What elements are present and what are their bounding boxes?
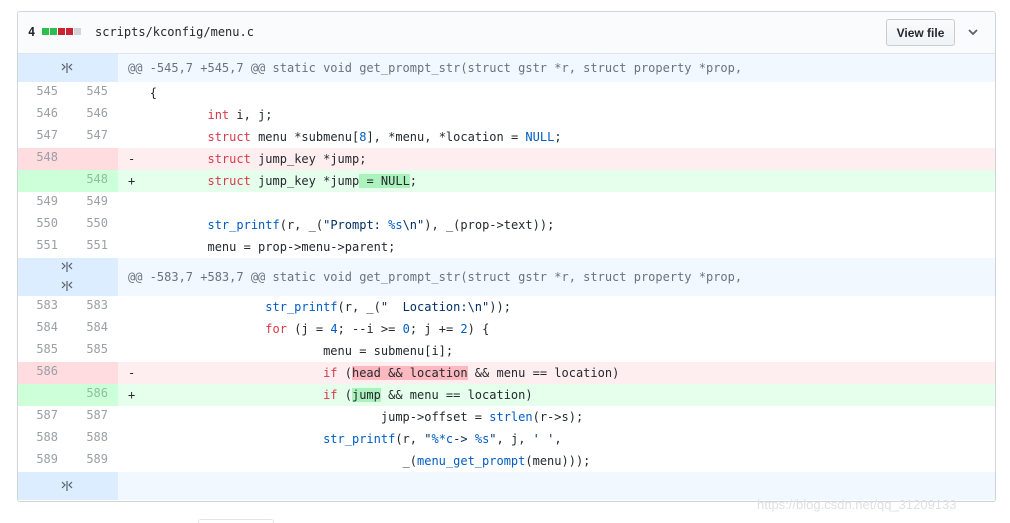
diffstat [42, 28, 81, 35]
old-line-number[interactable]: 547 [18, 126, 68, 148]
diff-line: 549 549 [18, 192, 995, 214]
view-file-button[interactable]: View file [886, 19, 955, 46]
diff-line-added: 548 + struct jump_key *jump = NULL; [18, 170, 995, 192]
tab-stub [198, 519, 274, 523]
diffstat-block [74, 28, 81, 35]
unfold-icon[interactable] [60, 281, 74, 291]
code-line: - struct jump_key *jump; [118, 148, 995, 170]
new-line-number[interactable]: 549 [68, 192, 118, 214]
chevron-down-icon[interactable] [966, 24, 980, 40]
code-line: int i, j; [207, 108, 273, 122]
diff-line-added: 586 + if (jump && menu == location) [18, 384, 995, 406]
diff-line: 583 583 str_printf(r, _(" Location:\n")); [18, 296, 995, 318]
code-line: for (j = 4; --i >= 0; j += 2) { [265, 322, 490, 336]
code-line: menu = prop->menu->parent; [207, 240, 396, 254]
diffstat-block [42, 28, 49, 35]
code-line: { [118, 82, 995, 104]
new-line-number[interactable]: 546 [68, 104, 118, 126]
old-line-number[interactable]: 549 [18, 192, 68, 214]
code-line: struct menu *submenu[8], *menu, *locatio… [207, 130, 562, 144]
code-line: str_printf(r, "%*c-> %s", j, ' ', [323, 432, 562, 446]
file-header: 4 scripts/kconfig/menu.c View file [18, 12, 995, 54]
old-line-number[interactable]: 585 [18, 340, 68, 362]
diff-line: 545 545 { [18, 82, 995, 104]
code-line: + if (jump && menu == location) [118, 384, 995, 406]
file-path[interactable]: scripts/kconfig/menu.c [95, 25, 254, 39]
old-line-number[interactable]: 587 [18, 406, 68, 428]
old-line-number[interactable]: 586 [18, 362, 68, 384]
code-line: str_printf(r, _(" Location:\n")); [265, 300, 511, 314]
diffstat-block [50, 28, 57, 35]
diff-line: 589 589 _(menu_get_prompt(menu))); [18, 450, 995, 472]
new-line-number[interactable]: 587 [68, 406, 118, 428]
old-line-number[interactable]: 548 [18, 148, 68, 170]
diff-line-deleted: 548 - struct jump_key *jump; [18, 148, 995, 170]
expand-cell[interactable] [18, 54, 118, 82]
unfold-icon[interactable] [60, 481, 74, 491]
code-line: jump->offset = strlen(r->s); [135, 410, 584, 424]
code-line: _(menu_get_prompt(menu))); [135, 454, 591, 468]
diff-table: @@ -545,7 +545,7 @@ static void get_prom… [18, 54, 995, 500]
diff-line-deleted: 586 - if (head && location && menu == loc… [18, 362, 995, 384]
old-line-number[interactable]: 588 [18, 428, 68, 450]
new-line-number[interactable]: 585 [68, 340, 118, 362]
diff-line: 585 585 menu = submenu[i]; [18, 340, 995, 362]
hunk-header-row: @@ -583,7 +583,7 @@ static void get_prom… [18, 258, 995, 296]
diff-file: 4 scripts/kconfig/menu.c View file @@ -5… [17, 11, 996, 502]
hunk-footer [118, 472, 995, 500]
old-line-number[interactable]: 583 [18, 296, 68, 318]
diff-line: 546 546 int i, j; [18, 104, 995, 126]
old-line-number[interactable]: 584 [18, 318, 68, 340]
hunk-header-row: @@ -545,7 +545,7 @@ static void get_prom… [18, 54, 995, 82]
new-line-number[interactable]: 584 [68, 318, 118, 340]
new-line-number[interactable]: 551 [68, 236, 118, 258]
hunk-footer-row [18, 472, 995, 500]
unfold-icon[interactable] [60, 262, 74, 272]
new-line-number[interactable]: 589 [68, 450, 118, 472]
old-line-number[interactable]: 589 [18, 450, 68, 472]
new-line-number[interactable] [68, 148, 118, 170]
diff-line: 547 547 struct menu *submenu[8], *menu, *… [18, 126, 995, 148]
code-line: - if (head && location && menu == locati… [118, 362, 995, 384]
new-line-number[interactable]: 588 [68, 428, 118, 450]
diffstat-block [66, 28, 73, 35]
expand-cell[interactable] [18, 258, 118, 296]
hunk-header: @@ -545,7 +545,7 @@ static void get_prom… [118, 54, 995, 82]
old-line-number[interactable]: 546 [18, 104, 68, 126]
new-line-number[interactable]: 548 [68, 170, 118, 192]
diffstat-block [58, 28, 65, 35]
new-line-number[interactable]: 547 [68, 126, 118, 148]
hunk-header: @@ -583,7 +583,7 @@ static void get_prom… [118, 258, 995, 296]
old-line-number[interactable]: 550 [18, 214, 68, 236]
code-line: menu = submenu[i]; [323, 344, 454, 358]
old-line-number[interactable]: 545 [18, 82, 68, 104]
expand-cell[interactable] [18, 472, 118, 500]
new-line-number[interactable] [68, 362, 118, 384]
old-line-number[interactable] [18, 170, 68, 192]
code-line: + struct jump_key *jump = NULL; [118, 170, 995, 192]
code-text: { [149, 86, 157, 100]
code-text: int [207, 108, 230, 122]
diff-line: 551 551 menu = prop->menu->parent; [18, 236, 995, 258]
unfold-icon[interactable] [60, 63, 74, 73]
diff-line: 550 550 str_printf(r, _("Prompt: %s\n"), … [18, 214, 995, 236]
diff-line: 587 587 jump->offset = strlen(r->s); [18, 406, 995, 428]
old-line-number[interactable] [18, 384, 68, 406]
new-line-number[interactable]: 583 [68, 296, 118, 318]
new-line-number[interactable]: 545 [68, 82, 118, 104]
watermark: https://blog.csdn.net/qq_31209133 [757, 497, 957, 512]
diff-line: 584 584 for (j = 4; --i >= 0; j += 2) { [18, 318, 995, 340]
code-line: str_printf(r, _("Prompt: %s\n"), _(prop-… [207, 218, 555, 232]
diff-line: 588 588 str_printf(r, "%*c-> %s", j, ' ', [18, 428, 995, 450]
new-line-number[interactable]: 586 [68, 384, 118, 406]
old-line-number[interactable]: 551 [18, 236, 68, 258]
diff-change-count: 4 [28, 25, 36, 39]
new-line-number[interactable]: 550 [68, 214, 118, 236]
